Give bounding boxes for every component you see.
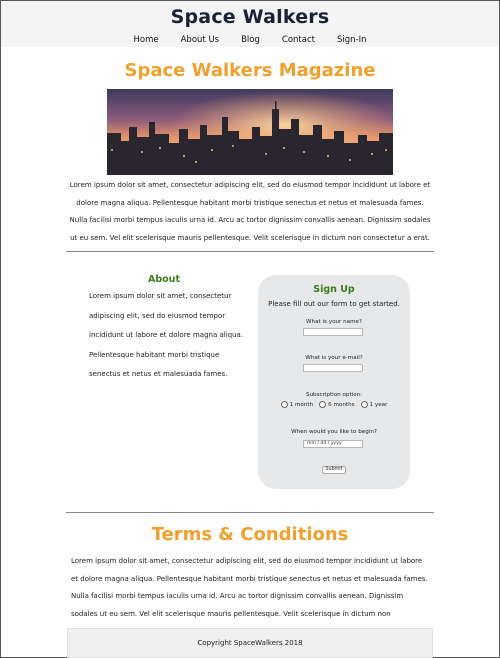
begin-date-field[interactable]: mm / dd / yyyy (303, 440, 363, 448)
option-1-year[interactable]: 1 year (360, 401, 388, 408)
radio-icon[interactable] (280, 401, 288, 408)
radio-icon[interactable] (360, 401, 368, 408)
magazine-title: Space Walkers Magazine (124, 60, 376, 81)
nav-home[interactable]: Home (134, 35, 159, 45)
option-6-months[interactable]: 6 months (319, 401, 355, 408)
terms-heading: Terms & Conditions (151, 524, 349, 545)
city-skyline-image (107, 89, 393, 175)
email-label: What is your e-mail? (305, 355, 363, 361)
begin-date-label: When would you like to begin? (291, 429, 377, 435)
nav-blog[interactable]: Blog (241, 35, 260, 45)
name-field[interactable] (303, 328, 363, 336)
about-heading: About (148, 274, 180, 285)
signup-form: Sign Up Please fill out our form to get … (258, 275, 410, 489)
subscription-options: 1 month 6 months 1 year (258, 401, 410, 408)
nav-contact[interactable]: Contact (282, 35, 315, 45)
name-label: What is your name? (306, 319, 362, 325)
email-field[interactable] (303, 364, 363, 372)
nav-about-us[interactable]: About Us (181, 35, 219, 45)
option-1-month[interactable]: 1 month (280, 401, 314, 408)
site-header: Space Walkers Home About Us Blog Contact… (1, 1, 499, 47)
option-label: 6 months (328, 401, 355, 408)
site-title: Space Walkers (170, 6, 330, 28)
section-divider (66, 512, 434, 513)
signup-intro: Please fill out our form to get started. (268, 300, 400, 308)
subscription-label: Subscription option: (305, 392, 363, 398)
radio-icon[interactable] (319, 401, 327, 408)
copyright-text: Copyright SpaceWalkers 2018 (197, 639, 303, 647)
submit-button[interactable]: Submit (322, 466, 346, 474)
signup-heading: Sign Up (313, 284, 355, 295)
main-nav: Home About Us Blog Contact Sign-In (1, 35, 499, 45)
site-footer: Copyright SpaceWalkers 2018 (67, 628, 433, 658)
about-text: Lorem ipsum dolor sit amet, consectetur … (89, 292, 244, 378)
magazine-text: Lorem ipsum dolor sit amet, consectetur … (69, 181, 431, 242)
nav-sign-in[interactable]: Sign-In (337, 35, 367, 45)
section-divider (66, 251, 434, 252)
option-label: 1 month (289, 401, 314, 408)
option-label: 1 year (369, 401, 388, 408)
